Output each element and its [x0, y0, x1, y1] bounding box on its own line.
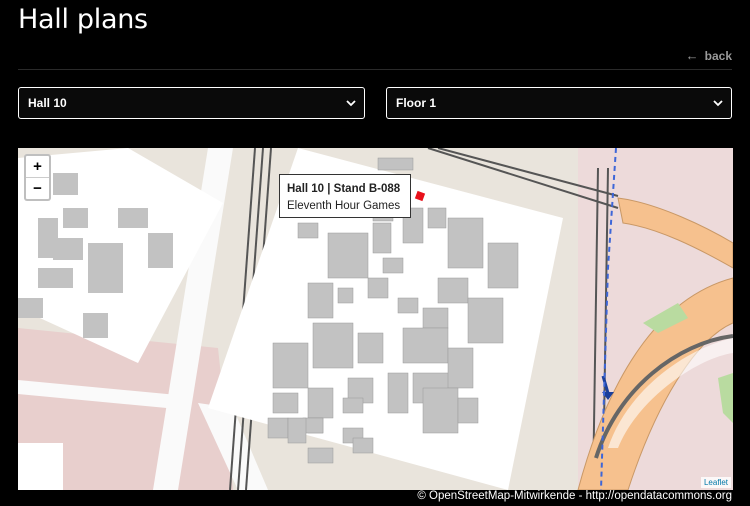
popup-title: Hall 10 | Stand B-088: [287, 183, 401, 195]
zoom-control: + −: [24, 154, 51, 201]
popup-subtitle: Eleventh Hour Games: [287, 200, 401, 212]
floor-select-value: Floor 1: [396, 96, 437, 110]
hall-map[interactable]: + − Hall 10 | Stand B-088 Eleventh Hour …: [18, 148, 733, 490]
header-divider: [18, 69, 732, 70]
floor-select[interactable]: Floor 1: [386, 87, 732, 119]
chevron-down-icon: [346, 99, 356, 106]
back-label: back: [704, 48, 732, 63]
map-attribution: © OpenStreetMap-Mitwirkende - http://ope…: [417, 490, 732, 502]
leaflet-link[interactable]: Leaflet: [700, 477, 731, 488]
back-button[interactable]: ← back: [686, 48, 732, 63]
page-title: Hall plans: [18, 4, 148, 35]
zoom-out-button[interactable]: −: [26, 177, 49, 199]
stand-popup: Hall 10 | Stand B-088 Eleventh Hour Game…: [279, 174, 411, 218]
hall-select-value: Hall 10: [28, 96, 67, 110]
arrow-left-icon: ←: [685, 48, 699, 63]
chevron-down-icon: [713, 99, 723, 106]
hall-select[interactable]: Hall 10: [18, 87, 365, 119]
zoom-in-button[interactable]: +: [26, 156, 49, 177]
